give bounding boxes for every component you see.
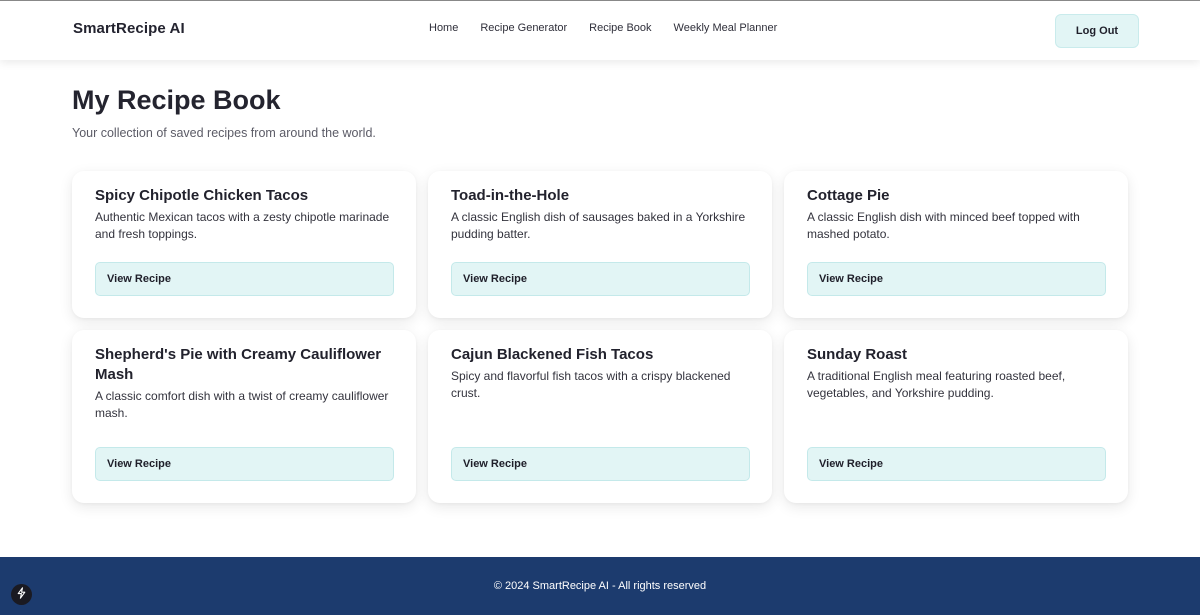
recipe-grid: Spicy Chipotle Chicken Tacos Authentic M… bbox=[72, 171, 1128, 503]
nav-link-home[interactable]: Home bbox=[429, 22, 458, 34]
recipe-description: A classic comfort dish with a twist of c… bbox=[95, 389, 389, 420]
main-nav: Home Recipe Generator Recipe Book Weekly… bbox=[429, 22, 799, 34]
logout-button[interactable]: Log Out bbox=[1055, 14, 1139, 48]
page-subtitle: Your collection of saved recipes from ar… bbox=[72, 126, 376, 140]
nav-link-recipe-book[interactable]: Recipe Book bbox=[589, 22, 651, 34]
recipe-card: Shepherd's Pie with Creamy Cauliflower M… bbox=[72, 330, 416, 503]
view-recipe-button[interactable]: View Recipe bbox=[95, 262, 394, 296]
recipe-card: Toad-in-the-Hole A classic English dish … bbox=[428, 171, 772, 318]
recipe-description: A classic English dish of sausages baked… bbox=[451, 210, 746, 241]
view-recipe-button[interactable]: View Recipe bbox=[807, 262, 1106, 296]
recipe-description: Authentic Mexican tacos with a zesty chi… bbox=[95, 210, 390, 241]
view-recipe-button[interactable]: View Recipe bbox=[807, 447, 1106, 481]
footer: © 2024 SmartRecipe AI - All rights reser… bbox=[0, 557, 1200, 615]
recipe-title: Cajun Blackened Fish Tacos bbox=[451, 346, 654, 363]
page-title: My Recipe Book bbox=[72, 85, 281, 115]
recipe-description: A traditional English meal featuring roa… bbox=[807, 369, 1066, 400]
recipe-description: A classic English dish with minced beef … bbox=[807, 210, 1080, 241]
recipe-title: Sunday Roast bbox=[807, 346, 908, 363]
recipe-title: Toad-in-the-Hole bbox=[451, 187, 570, 204]
recipe-title: Spicy Chipotle Chicken Tacos bbox=[95, 187, 309, 204]
recipe-title: Cottage Pie bbox=[807, 187, 890, 204]
view-recipe-button[interactable]: View Recipe bbox=[95, 447, 394, 481]
brand-logo[interactable]: SmartRecipe AI bbox=[73, 20, 185, 37]
view-recipe-button[interactable]: View Recipe bbox=[451, 262, 750, 296]
copyright-text: © 2024 SmartRecipe AI - All rights reser… bbox=[493, 580, 707, 592]
view-recipe-button[interactable]: View Recipe bbox=[451, 447, 750, 481]
recipe-title: Shepherd's Pie with Creamy Cauliflower M… bbox=[95, 346, 382, 383]
top-navbar: SmartRecipe AI Home Recipe Generator Rec… bbox=[0, 1, 1200, 60]
nav-link-recipe-generator[interactable]: Recipe Generator bbox=[480, 22, 567, 34]
recipe-card: Sunday Roast A traditional English meal … bbox=[784, 330, 1128, 503]
recipe-description: Spicy and flavorful fish tacos with a cr… bbox=[451, 369, 731, 400]
main-content: My Recipe Book Your collection of saved … bbox=[0, 60, 1200, 557]
recipe-card: Spicy Chipotle Chicken Tacos Authentic M… bbox=[72, 171, 416, 318]
nav-link-weekly-meal-planner[interactable]: Weekly Meal Planner bbox=[674, 22, 778, 34]
recipe-card: Cottage Pie A classic English dish with … bbox=[784, 171, 1128, 318]
recipe-card: Cajun Blackened Fish Tacos Spicy and fla… bbox=[428, 330, 772, 503]
